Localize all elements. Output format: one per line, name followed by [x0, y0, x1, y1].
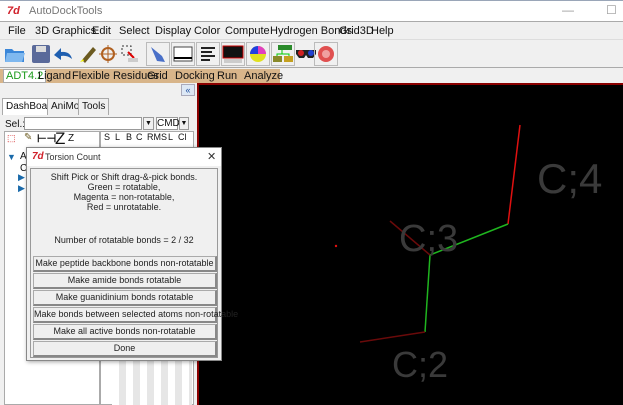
col-show[interactable]: S — [104, 132, 110, 142]
col-lines[interactable]: L — [115, 132, 120, 142]
torsion-count-dialog: 7d Torsion Count ✕ Shift Pick or Shift d… — [26, 147, 238, 361]
close-icon[interactable]: ✕ — [207, 150, 216, 163]
all-active-nonrotatable-button[interactable]: Make all active bonds non-rotatable — [33, 324, 217, 340]
col-color[interactable]: Cl — [178, 132, 187, 142]
tab-tools[interactable]: Tools — [78, 98, 110, 115]
selected-atoms-nonrotatable-button[interactable]: Make bonds between selected atoms non-ro… — [33, 307, 238, 323]
adt-tab-bar: ADT4.2 Ligand Flexible Residues Grid Doc… — [0, 69, 283, 83]
cmd-dropdown-arrow[interactable]: ▼ — [179, 117, 189, 130]
done-button[interactable]: Done — [33, 341, 217, 357]
collapsed-triangle-icon[interactable]: ▶ — [18, 183, 25, 194]
instruction-line: Magenta = non-rotatable, — [73, 192, 175, 202]
collapsed-triangle-icon[interactable]: ▶ — [18, 172, 25, 183]
col-cpk[interactable]: C — [136, 132, 143, 142]
tab-run[interactable]: Run — [217, 70, 237, 82]
peptide-backbone-nonrotatable-button[interactable]: Make peptide backbone bonds non-rotatabl… — [33, 256, 217, 272]
dialog-title-bar: 7d Torsion Count ✕ — [27, 148, 221, 166]
sel-label: Sel.: — [5, 119, 26, 130]
pick-hand-icon[interactable] — [146, 42, 170, 66]
expand-triangle-icon[interactable]: ▼ — [7, 152, 16, 162]
bond-rotatable — [424, 254, 431, 333]
monitor-icon[interactable] — [221, 42, 245, 66]
select-tool-icon[interactable]: ⬚ — [7, 133, 16, 144]
menu-file[interactable]: File — [8, 25, 26, 37]
atom-dot — [334, 244, 338, 248]
menu-select[interactable]: Select — [119, 25, 150, 37]
menu-edit[interactable]: Edit — [92, 25, 111, 37]
selection-input[interactable] — [24, 117, 142, 130]
tab-analyze[interactable]: Analyze — [244, 70, 283, 82]
cmd-select[interactable]: CMD — [156, 117, 180, 130]
menu-display[interactable]: Display — [155, 25, 191, 37]
dialog-title: Torsion Count — [45, 152, 101, 162]
3d-viewer[interactable]: C;4 C;3 C;2 — [197, 83, 623, 405]
bond-unrotatable — [507, 124, 521, 225]
open-folder-icon[interactable] — [3, 42, 27, 66]
text-lines-icon[interactable] — [196, 42, 220, 66]
menu-grid3d[interactable]: Grid3D — [339, 25, 374, 37]
atom-label-c3: C;3 — [399, 218, 459, 260]
save-icon[interactable] — [29, 42, 53, 66]
distance-tool-icon[interactable]: ⊢⊣ — [37, 132, 56, 145]
color-ball-icon[interactable] — [246, 42, 270, 66]
instruction-line: Red = unrotatable. — [86, 202, 162, 212]
rotatable-count: Number of rotatable bonds = 2 / 32 — [54, 235, 194, 245]
crosshair-icon[interactable] — [96, 42, 120, 66]
undo-icon[interactable] — [51, 42, 75, 66]
window-icon[interactable] — [171, 42, 195, 66]
col-label[interactable]: L — [168, 132, 173, 142]
menu-color[interactable]: Color — [194, 25, 220, 37]
tab-grid[interactable]: Grid — [147, 70, 168, 82]
bond-dim — [359, 331, 426, 343]
menu-compute[interactable]: Compute — [225, 25, 270, 37]
menu-help[interactable]: Help — [371, 25, 394, 37]
col-rms[interactable]: RMS — [147, 132, 167, 142]
select-icon[interactable] — [118, 42, 142, 66]
pencil-tool-icon[interactable]: ✎ — [24, 132, 32, 143]
col-bonds[interactable]: B — [126, 132, 132, 142]
amide-rotatable-button[interactable]: Make amide bonds rotatable — [33, 273, 217, 289]
column-stripes — [112, 360, 192, 405]
app-logo: 7d — [7, 5, 20, 17]
collapse-panel-button[interactable]: « — [181, 84, 195, 96]
menu-3d-graphics[interactable]: 3D Graphics — [35, 25, 96, 37]
window-title: AutoDockTools — [29, 5, 103, 17]
app-logo: 7d — [32, 151, 44, 162]
instruction-line: Shift Pick or Shift drag-&-pick bonds. — [50, 172, 198, 182]
maximize-button[interactable]: ☐ — [606, 3, 617, 17]
tab-docking[interactable]: Docking — [175, 70, 215, 82]
tab-ligand[interactable]: Ligand — [38, 70, 71, 82]
zoom-z-small[interactable]: Z — [68, 133, 74, 144]
tab-flexible-residues[interactable]: Flexible Residues — [72, 70, 159, 82]
toolbar — [0, 40, 623, 68]
guanidinium-rotatable-button[interactable]: Make guanidinium bonds rotatable — [33, 290, 217, 306]
minimize-button[interactable]: — — [562, 3, 574, 17]
title-bar: 7d AutoDockTools — ☐ — [0, 0, 623, 21]
tree-icon[interactable] — [271, 42, 295, 66]
render-icon[interactable] — [314, 42, 338, 66]
atom-label-c4: C;4 — [537, 155, 603, 202]
dialog-body: Shift Pick or Shift drag-&-pick bonds. G… — [30, 168, 238, 358]
zoom-z-big[interactable]: Z — [55, 129, 65, 149]
menu-bar: File 3D Graphics Edit Select Display Col… — [0, 21, 623, 40]
selection-dropdown-arrow[interactable]: ▼ — [143, 117, 154, 130]
instruction-line: Green = rotatable, — [87, 182, 161, 192]
atom-label-c2: C;2 — [392, 344, 449, 385]
